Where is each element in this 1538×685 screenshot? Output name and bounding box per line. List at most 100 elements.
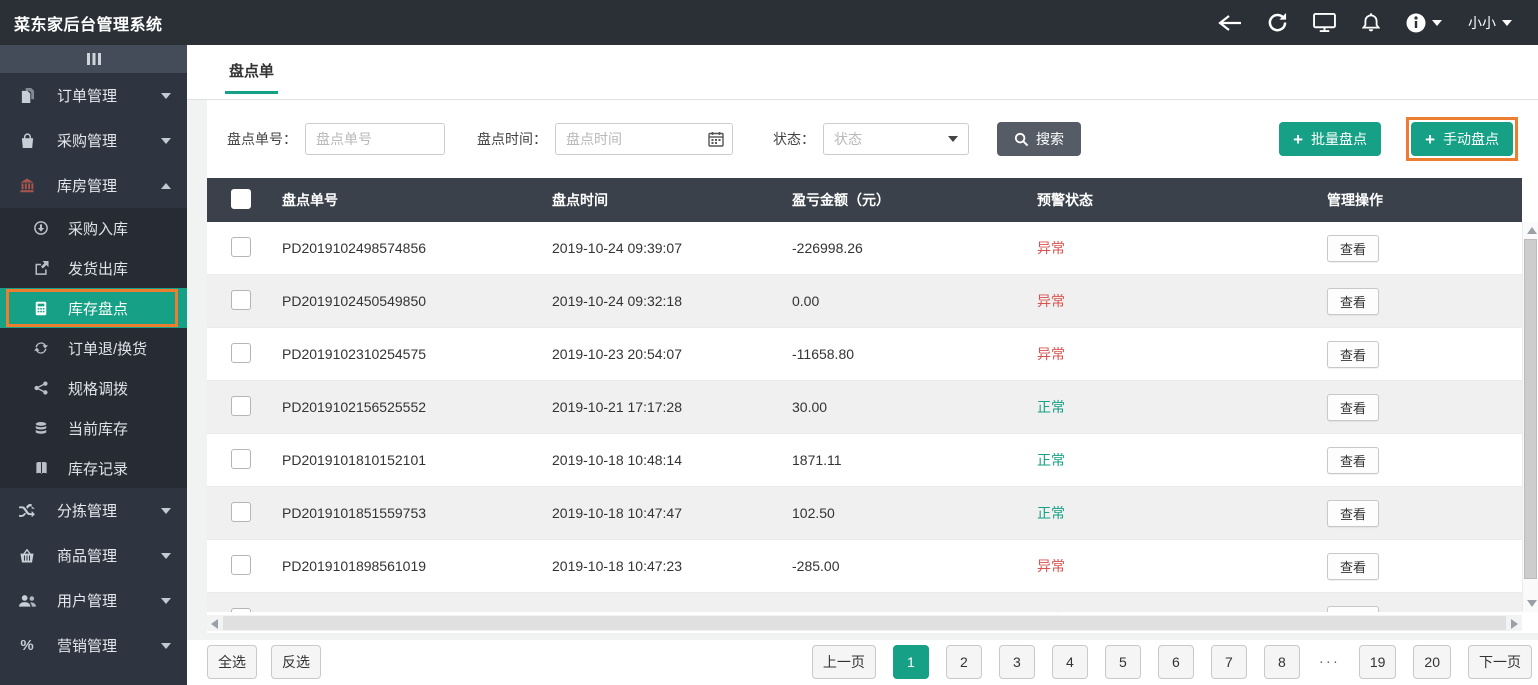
scroll-left-arrow[interactable] (211, 619, 218, 629)
view-button[interactable]: 查看 (1327, 499, 1380, 527)
sidebar-item-warehouse[interactable]: 库房管理 (0, 163, 187, 208)
page-button-3[interactable]: 3 (998, 644, 1035, 679)
page-button-7[interactable]: 7 (1210, 644, 1247, 679)
view-button[interactable]: 查看 (1327, 393, 1380, 421)
row-checkbox[interactable] (231, 448, 251, 469)
row-checkbox[interactable] (231, 554, 251, 575)
bell-icon[interactable] (1362, 12, 1380, 33)
table-body: PD2019102498574856 2019-10-24 09:39:07 -22… (207, 222, 1522, 612)
view-button[interactable]: 查看 (1327, 552, 1380, 580)
status-badge: 异常 (1037, 558, 1065, 574)
select-all-button[interactable]: 全选 (207, 644, 257, 679)
calculator-icon (32, 301, 50, 316)
status-badge: 异常 (1037, 346, 1065, 362)
sidebar-item-users[interactable]: 用户管理 (0, 578, 187, 623)
search-button[interactable]: 搜索 (997, 122, 1081, 156)
horizontal-scrollbar-thumb[interactable] (223, 616, 1506, 630)
page-button-6[interactable]: 6 (1157, 644, 1194, 679)
manual-stocktake-button[interactable]: + 手动盘点 (1406, 117, 1518, 161)
collapse-icon (86, 53, 101, 65)
scroll-up-arrow[interactable] (1527, 227, 1537, 234)
cell-amount: 1871.11 (792, 452, 842, 468)
view-button[interactable]: 查看 (1327, 340, 1380, 368)
page-button-8[interactable]: 8 (1263, 644, 1300, 679)
view-button[interactable]: 查看 (1327, 287, 1380, 315)
view-button[interactable]: 查看 (1327, 234, 1380, 262)
row-checkbox[interactable] (231, 607, 251, 612)
vertical-scrollbar-thumb[interactable] (1524, 239, 1537, 579)
horizontal-scrollbar[interactable] (207, 615, 1522, 631)
sidebar-item-stock-records[interactable]: 库存记录 (0, 448, 187, 488)
stocktake-table: 盘点单号 盘点时间 盈亏金额（元） 预警状态 管理操作 PD2019102498… (207, 178, 1522, 612)
view-button[interactable]: 查看 (1327, 605, 1380, 612)
sidebar-item-purchase-in[interactable]: 采购入库 (0, 208, 187, 248)
sidebar-item-spec-transfer[interactable]: 规格调拨 (0, 368, 187, 408)
next-page-button[interactable]: 下一页 (1468, 644, 1532, 679)
page-button-2[interactable]: 2 (945, 644, 982, 679)
vertical-scrollbar[interactable] (1522, 222, 1538, 612)
row-checkbox[interactable] (231, 236, 251, 257)
select-all-checkbox[interactable] (231, 188, 251, 209)
tab-stocktake-list[interactable]: 盘点单 (224, 60, 279, 94)
invert-select-button[interactable]: 反选 (271, 644, 321, 679)
info-icon[interactable] (1406, 13, 1442, 33)
page-button-5[interactable]: 5 (1104, 644, 1141, 679)
topbar-actions: 小小 (1218, 12, 1538, 33)
sidebar-item-marketing[interactable]: % 营销管理 (0, 623, 187, 668)
sidebar-item-current-stock[interactable]: 当前库存 (0, 408, 187, 448)
page-button-20[interactable]: 20 (1413, 644, 1451, 679)
bottom-strip (187, 633, 1538, 640)
time-input[interactable] (555, 123, 733, 155)
chevron-down-icon (948, 136, 958, 142)
row-checkbox[interactable] (231, 395, 251, 416)
chevron-down-icon (161, 92, 171, 99)
sidebar-item-stocktake[interactable]: 库存盘点 (0, 288, 187, 328)
sidebar-item-ship-out[interactable]: 发货出库 (0, 248, 187, 288)
cell-time: 2019-10-18 10:47:47 (552, 505, 682, 521)
row-checkbox[interactable] (231, 501, 251, 522)
view-button[interactable]: 查看 (1327, 446, 1380, 474)
cell-amount: 0.00 (792, 293, 820, 309)
sidebar-collapse-button[interactable] (0, 45, 187, 73)
pagination-ellipsis: ··· (1318, 653, 1340, 670)
bag-icon (18, 132, 36, 149)
row-checkbox[interactable] (231, 289, 251, 310)
back-icon[interactable] (1218, 14, 1242, 32)
sidebar-item-goods[interactable]: 商品管理 (0, 533, 187, 578)
cell-time: 2019-10-23 20:54:07 (552, 346, 682, 362)
book-icon (32, 461, 50, 475)
sidebar-item-returns[interactable]: 订单退/换货 (0, 328, 187, 368)
page-button-4[interactable]: 4 (1051, 644, 1088, 679)
cell-order-no: PD2019102156525552 (282, 399, 427, 415)
table-row: PD2019102156525552 2019-10-21 17:17:28 30.… (207, 381, 1522, 434)
order-no-label: 盘点单号： (227, 131, 297, 147)
plus-icon: + (1425, 129, 1435, 149)
export-icon (32, 261, 50, 275)
sidebar-item-order[interactable]: 订单管理 (0, 73, 187, 118)
user-menu[interactable]: 小小 (1468, 13, 1512, 33)
left-gutter (187, 100, 207, 633)
row-checkbox[interactable] (231, 342, 251, 363)
sidebar-item-sorting[interactable]: 分拣管理 (0, 488, 187, 533)
cell-amount: -285.00 (792, 558, 840, 574)
chevron-down-icon (1432, 19, 1442, 26)
page-button-19[interactable]: 19 (1358, 644, 1397, 679)
prev-page-button[interactable]: 上一页 (811, 644, 876, 679)
status-select[interactable]: 状态 (823, 123, 969, 155)
basket-icon (18, 548, 36, 563)
page-button-1[interactable]: 1 (892, 644, 929, 679)
order-no-input[interactable] (305, 123, 445, 155)
cell-time: 2019-10-24 09:32:18 (552, 293, 682, 309)
cell-time: 2019-10-21 17:17:28 (552, 399, 682, 415)
users-icon (18, 594, 36, 608)
scroll-down-arrow[interactable] (1527, 600, 1537, 607)
chevron-up-icon (161, 182, 171, 189)
batch-stocktake-button[interactable]: + 批量盘点 (1279, 122, 1381, 156)
cell-amount: -11658.80 (792, 346, 855, 362)
scroll-right-arrow[interactable] (1511, 619, 1518, 629)
monitor-icon[interactable] (1313, 13, 1336, 32)
table-row: PD2019102310254575 2019-10-23 20:54:07 -11… (207, 328, 1522, 381)
cell-order-no: PD2019101898561019 (282, 558, 427, 574)
refresh-icon[interactable] (1268, 13, 1287, 32)
sidebar-item-purchase[interactable]: 采购管理 (0, 118, 187, 163)
